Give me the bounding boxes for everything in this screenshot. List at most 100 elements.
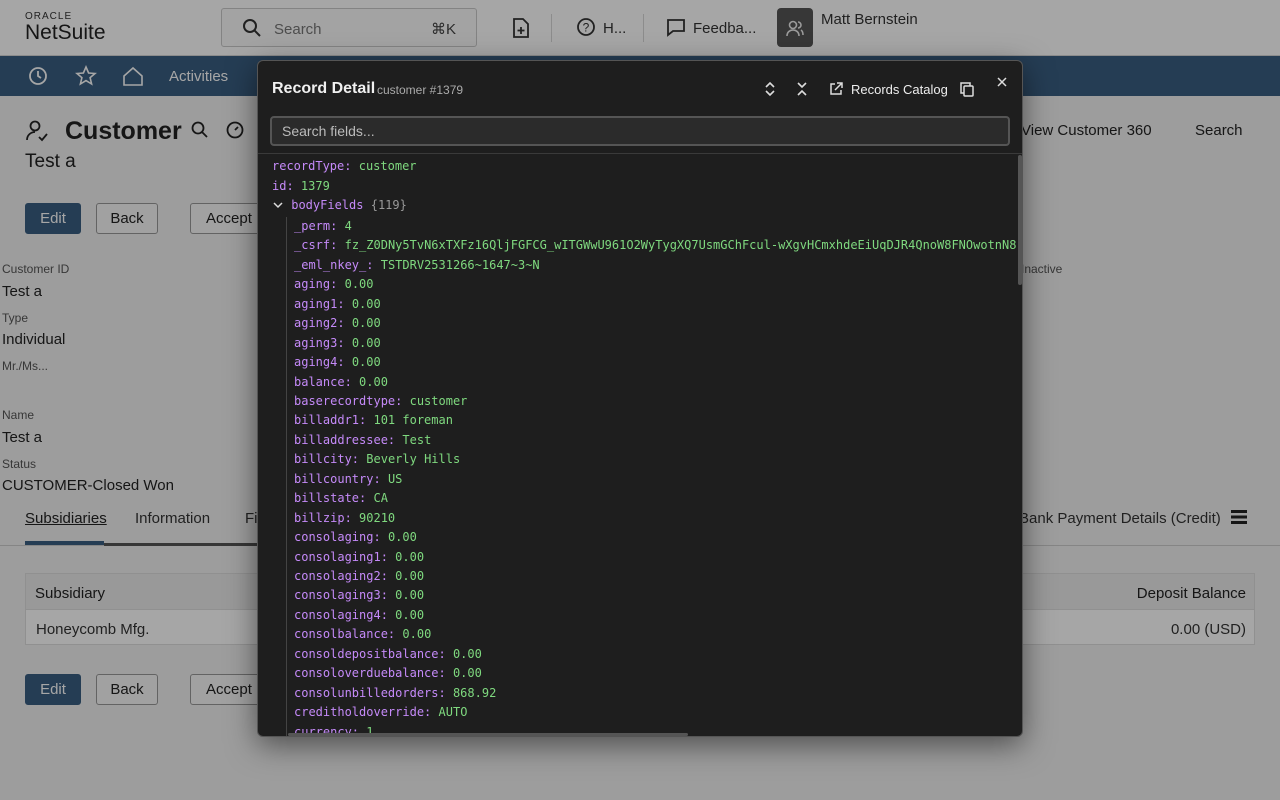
body-fields-key: bodyFields bbox=[291, 198, 364, 212]
collapse-all-icon[interactable] bbox=[796, 81, 808, 97]
field-key: billstate: bbox=[294, 491, 367, 505]
tree-row: recordType: customer bbox=[272, 157, 417, 175]
body-fields-toggle[interactable]: bodyFields {119} bbox=[272, 196, 407, 214]
field-search-input[interactable] bbox=[272, 118, 1008, 144]
field-value: 0.00 bbox=[395, 608, 425, 622]
field-key: consolunbilledorders: bbox=[294, 686, 446, 700]
field-key: id: bbox=[272, 179, 294, 193]
tree-row: consolaging3: 0.00 bbox=[294, 586, 424, 604]
field-value: 0.00 bbox=[452, 647, 482, 661]
tree-row: aging4: 0.00 bbox=[294, 353, 381, 371]
vertical-scrollbar[interactable] bbox=[1018, 155, 1022, 285]
field-key: aging2: bbox=[294, 316, 345, 330]
tree-row: consolaging: 0.00 bbox=[294, 528, 417, 546]
field-key: consolaging: bbox=[294, 530, 381, 544]
tree-row: _eml_nkey_: TSTDRV2531266~1647~3~N bbox=[294, 256, 540, 274]
field-key: baserecordtype: bbox=[294, 394, 403, 408]
tree-row: aging: 0.00 bbox=[294, 275, 374, 293]
tree-row: consolaging2: 0.00 bbox=[294, 567, 424, 585]
field-key: _perm: bbox=[294, 219, 338, 233]
field-key: consoloverduebalance: bbox=[294, 666, 446, 680]
field-value: 0.00 bbox=[402, 627, 432, 641]
field-key: consolaging2: bbox=[294, 569, 388, 583]
field-key: aging: bbox=[294, 277, 338, 291]
tree-indent-guide bbox=[286, 217, 287, 736]
field-value: 0.00 bbox=[344, 277, 374, 291]
field-value: 0.00 bbox=[351, 336, 381, 350]
field-value: CA bbox=[373, 491, 388, 505]
external-link-icon[interactable] bbox=[829, 82, 843, 96]
tree-row: creditholdoverride: AUTO bbox=[294, 703, 467, 721]
field-value: 0.00 bbox=[395, 569, 425, 583]
record-detail-modal: Record Detail customer #1379 Records Cat… bbox=[257, 60, 1023, 737]
records-catalog-link[interactable]: Records Catalog bbox=[851, 82, 948, 97]
tree-row: consolaging1: 0.00 bbox=[294, 548, 424, 566]
field-value: 0.00 bbox=[395, 588, 425, 602]
field-key: _eml_nkey_: bbox=[294, 258, 374, 272]
tree-row: billaddr1: 101 foreman bbox=[294, 411, 453, 429]
field-value: 0.00 bbox=[452, 666, 482, 680]
tree-row: baserecordtype: customer bbox=[294, 392, 467, 410]
field-value: 101 foreman bbox=[373, 413, 453, 427]
field-key: balance: bbox=[294, 375, 352, 389]
modal-subtitle: customer #1379 bbox=[377, 83, 464, 97]
tree-row: billcountry: US bbox=[294, 470, 402, 488]
field-value: 868.92 bbox=[452, 686, 497, 700]
field-value: customer bbox=[409, 394, 468, 408]
field-value: fz_Z0DNy5TvN6xTXFz16QljFGFCG_wITGWwU961O… bbox=[344, 238, 1017, 252]
field-key: aging3: bbox=[294, 336, 345, 350]
field-key: consolaging4: bbox=[294, 608, 388, 622]
body-fields-count: {119} bbox=[370, 198, 407, 212]
tree-row: _perm: 4 bbox=[294, 217, 352, 235]
field-value: Beverly Hills bbox=[366, 452, 461, 466]
field-value: 4 bbox=[344, 219, 352, 233]
field-value: 0.00 bbox=[351, 355, 381, 369]
expand-all-icon[interactable] bbox=[764, 81, 776, 97]
field-value: Test bbox=[402, 433, 432, 447]
field-value: 0.00 bbox=[351, 297, 381, 311]
tree-row: billzip: 90210 bbox=[294, 509, 395, 527]
tree-row: consolaging4: 0.00 bbox=[294, 606, 424, 624]
tree-row: consoldepositbalance: 0.00 bbox=[294, 645, 482, 663]
tree-row: consolunbilledorders: 868.92 bbox=[294, 684, 496, 702]
field-value: 90210 bbox=[359, 511, 396, 525]
horizontal-scrollbar[interactable] bbox=[288, 733, 688, 736]
field-tree: recordType: customer id: 1379 bodyFields… bbox=[258, 155, 1022, 736]
field-key: consolbalance: bbox=[294, 627, 396, 641]
divider bbox=[258, 153, 1022, 154]
field-value: US bbox=[387, 472, 403, 486]
modal-title: Record Detail bbox=[272, 80, 376, 97]
field-key: creditholdoverride: bbox=[294, 705, 432, 719]
field-value: customer bbox=[358, 159, 417, 173]
field-value: 0.00 bbox=[359, 375, 388, 389]
chevron-down-icon bbox=[273, 202, 283, 209]
tree-row: aging3: 0.00 bbox=[294, 334, 381, 352]
tree-row: aging2: 0.00 bbox=[294, 314, 381, 332]
field-value: 0.00 bbox=[395, 550, 425, 564]
field-key: billcountry: bbox=[294, 472, 381, 486]
copy-icon[interactable] bbox=[960, 82, 974, 97]
field-value: 0.00 bbox=[387, 530, 417, 544]
field-key: aging4: bbox=[294, 355, 345, 369]
tree-row: _csrf: fz_Z0DNy5TvN6xTXFz16QljFGFCG_wITG… bbox=[294, 236, 1016, 254]
field-key: billcity: bbox=[294, 452, 360, 466]
field-search bbox=[270, 116, 1010, 146]
field-key: _csrf: bbox=[294, 238, 338, 252]
field-key: consolaging1: bbox=[294, 550, 388, 564]
field-key: billaddr1: bbox=[294, 413, 367, 427]
tree-row: id: 1379 bbox=[272, 177, 330, 195]
close-icon[interactable] bbox=[997, 77, 1007, 87]
tree-row: consolbalance: 0.00 bbox=[294, 625, 431, 643]
field-key: consoldepositbalance: bbox=[294, 647, 446, 661]
field-value: TSTDRV2531266~1647~3~N bbox=[380, 258, 540, 272]
tree-row: billstate: CA bbox=[294, 489, 388, 507]
field-value: 0.00 bbox=[351, 316, 381, 330]
field-value: 1379 bbox=[300, 179, 330, 193]
field-key: consolaging3: bbox=[294, 588, 388, 602]
field-value: AUTO bbox=[438, 705, 468, 719]
field-key: billaddressee: bbox=[294, 433, 396, 447]
tree-row: billaddressee: Test bbox=[294, 431, 431, 449]
field-key: recordType: bbox=[272, 159, 352, 173]
field-key: billzip: bbox=[294, 511, 352, 525]
tree-row: aging1: 0.00 bbox=[294, 295, 381, 313]
